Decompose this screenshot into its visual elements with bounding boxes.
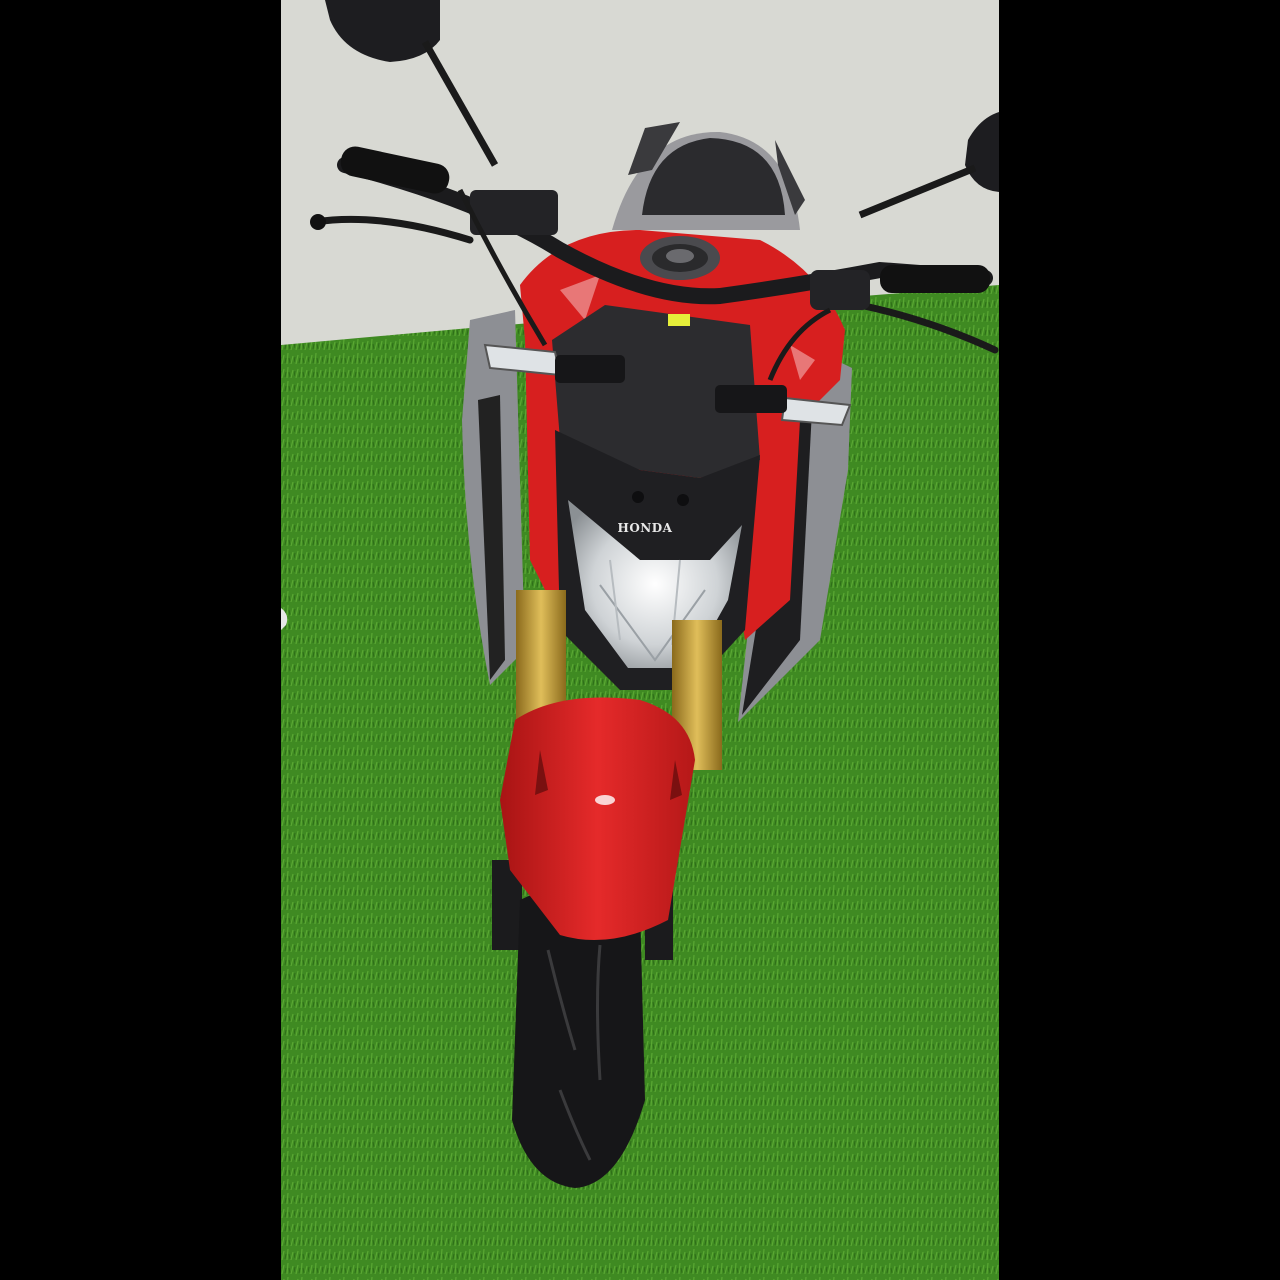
- honda-brand-text: HONDA: [617, 521, 673, 535]
- right-letterbox-bar: [999, 0, 1280, 1280]
- fuel-cap: [640, 236, 720, 280]
- left-letterbox-bar: [0, 0, 281, 1280]
- motorcycle-photo: [281, 0, 999, 1280]
